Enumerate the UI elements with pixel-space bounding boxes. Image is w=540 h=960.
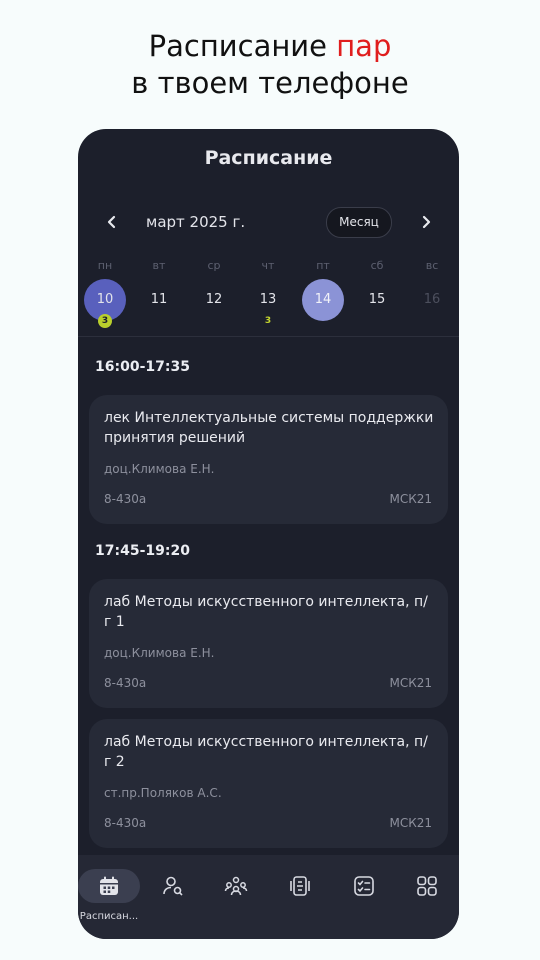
weekday-label: сб [370,259,384,272]
weekday-row: пн вт ср чт пт сб вс [78,259,459,273]
promo-line-1-prefix: Расписание [148,29,337,63]
weekday-label: вс [425,259,439,272]
checklist-icon [354,876,374,896]
lesson-room: 8-430а [104,492,147,506]
day-number: 12 [205,292,223,307]
nav-item-teachers[interactable] [142,869,204,929]
lesson-teacher: доц.Климова Е.Н. [104,462,215,476]
weekday-label: пн [97,259,113,272]
calendar-nav: март 2025 г. Месяц [78,207,459,239]
month-label: март 2025 г. [146,213,246,231]
nav-item-tasks[interactable] [333,869,395,929]
day-number: 14 [302,279,344,321]
next-month-button[interactable] [413,209,439,235]
lesson-count-mark: 3 [264,316,272,326]
lesson-teacher: доц.Климова Е.Н. [104,646,215,660]
lesson-room: 8-430а [104,816,147,830]
month-view-button[interactable]: Месяц [326,207,392,238]
lesson-subject: лаб Методы искусственного интеллекта, п/… [104,734,428,770]
week-days-row: 10 3 11 12 13 3 14 15 16 [78,279,459,329]
day-cell-selected[interactable]: 10 3 [84,279,128,328]
phone-screen: Расписание март 2025 г. Месяц пн вт ср ч… [78,129,459,939]
day-cell-today[interactable]: 14 [302,279,346,323]
lesson-room: 8-430а [104,676,147,690]
lesson-card[interactable]: лаб Методы искусственного интеллекта, п/… [89,579,448,708]
weekday-label: вт [152,259,166,272]
person-search-icon [163,876,183,896]
weekday-label: пт [316,259,330,272]
lesson-teacher: ст.пр.Поляков А.С. [104,786,222,800]
prev-month-button[interactable] [99,209,125,235]
day-cell[interactable]: 11 [138,279,182,323]
time-slot-label: 17:45-19:20 [95,543,190,559]
nav-item-schedule[interactable]: Расписан... [78,869,140,929]
lesson-timezone: МСК21 [389,492,432,506]
nav-item-card[interactable] [269,869,331,929]
promo-line-2: в твоем телефоне [131,66,409,100]
lesson-card[interactable]: лаб Методы искусственного интеллекта, п/… [89,719,448,848]
day-number: 15 [368,292,386,307]
lesson-count-badge: 3 [98,314,112,328]
promo-heading: Расписание пар в твоем телефоне [0,28,540,102]
nav-item-more[interactable] [396,869,458,929]
page-title: Расписание [204,147,333,169]
lesson-subject: лаб Методы искусственного интеллекта, п/… [104,594,428,630]
day-number: 13 [259,292,277,307]
lesson-timezone: МСК21 [389,676,432,690]
day-cell[interactable]: 13 3 [247,279,291,326]
calendar-icon [100,876,118,895]
divider [78,336,459,337]
promo-line-1: Расписание пар [0,28,540,65]
day-cell[interactable]: 12 [193,279,237,323]
nav-item-label: Расписан... [79,911,139,922]
promo-accent-word: пар [336,29,392,63]
group-icon [224,876,248,896]
weekday-label: ср [207,259,221,272]
chevron-left-icon [107,215,116,229]
nav-item-groups[interactable] [205,869,267,929]
lesson-timezone: МСК21 [389,816,432,830]
day-number: 11 [150,292,168,307]
day-cell[interactable]: 15 [356,279,400,323]
chevron-right-icon [422,215,431,229]
lesson-subject: лек Интеллектуальные системы поддержки п… [104,410,434,446]
day-number: 16 [423,292,441,307]
day-cell[interactable]: 16 [411,279,455,323]
bottom-navigation: Расписан... [78,855,459,939]
time-slot-label: 16:00-17:35 [95,359,190,375]
weekday-label: чт [261,259,275,272]
id-card-icon [290,876,310,896]
lesson-card[interactable]: лек Интеллектуальные системы поддержки п… [89,395,448,524]
grid-icon [417,876,437,896]
